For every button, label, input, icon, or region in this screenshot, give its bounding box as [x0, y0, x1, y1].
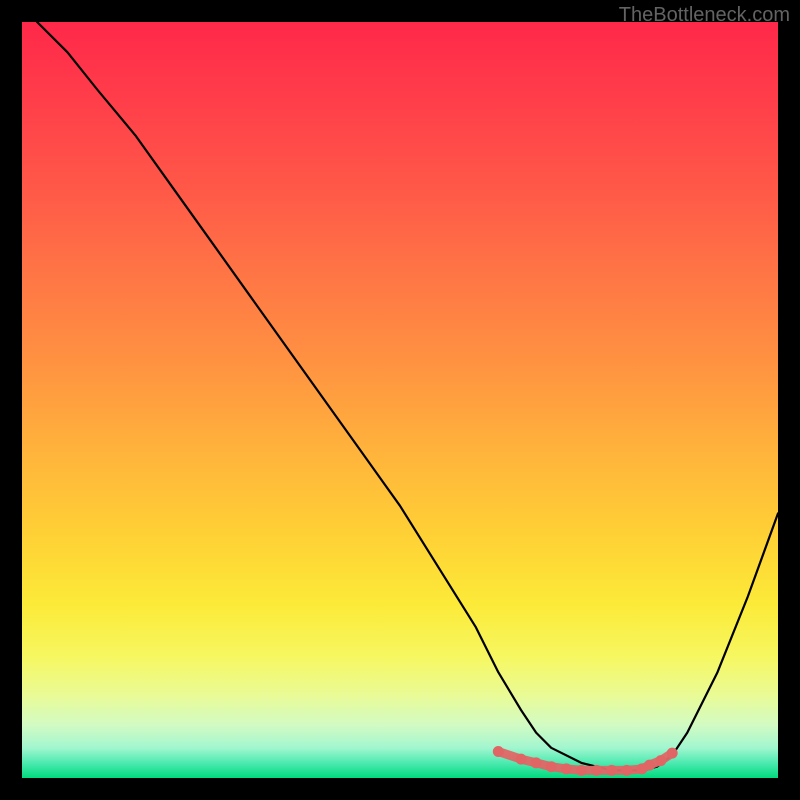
attribution-text: TheBottleneck.com [619, 4, 790, 27]
plot-area [22, 22, 778, 778]
gradient-background [22, 22, 778, 778]
